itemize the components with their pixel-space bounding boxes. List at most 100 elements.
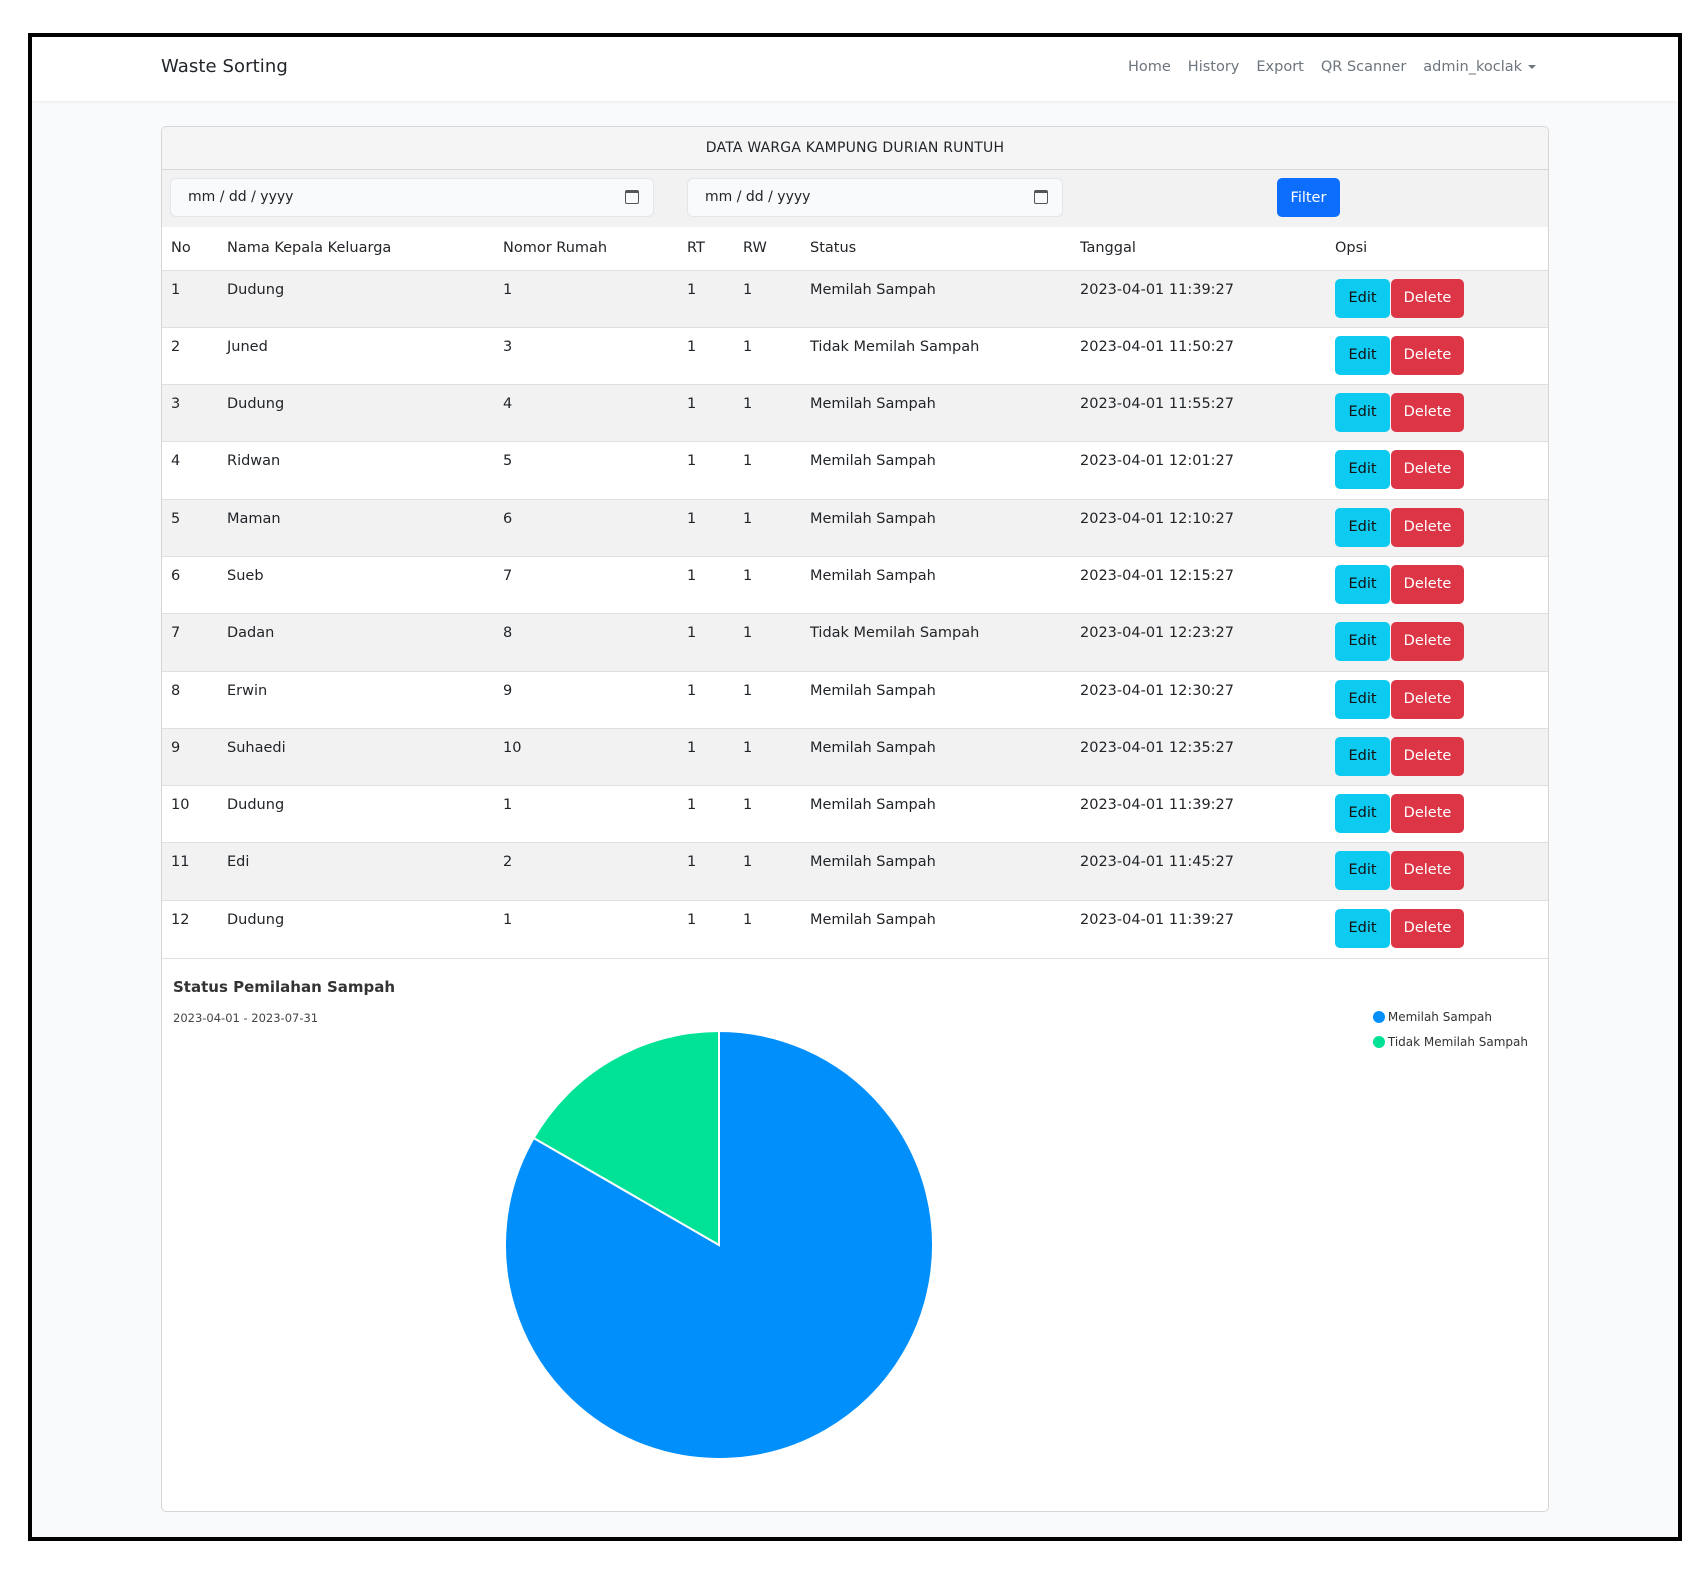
cell-status: Memilah Sampah — [810, 854, 936, 871]
header-rt: RT — [687, 240, 705, 257]
edit-button[interactable]: Edit — [1335, 507, 1390, 547]
cell-opsi: Edit Delete — [1326, 499, 1548, 556]
cell-rw: 1 — [743, 338, 753, 355]
cell-nama: Dadan — [227, 625, 275, 642]
cell-no: 5 — [171, 510, 181, 527]
cell-nama: Juned — [227, 338, 268, 355]
nav-link-qr-scanner[interactable]: QR Scanner — [1321, 59, 1406, 75]
brand-logo-text[interactable]: Waste Sorting — [161, 56, 288, 77]
header-rw: RW — [743, 240, 767, 257]
cell-no: 8 — [171, 682, 181, 699]
edit-button[interactable]: Edit — [1335, 679, 1390, 719]
cell-rw: 1 — [743, 281, 753, 298]
table-row: 10 Dudung 1 1 1 Memilah Sampah 2023-04-01 11:3… — [162, 785, 1548, 843]
cell-status: Memilah Sampah — [810, 396, 936, 413]
edit-button[interactable]: Edit — [1335, 908, 1390, 948]
edit-button[interactable]: Edit — [1335, 622, 1390, 662]
edit-button[interactable]: Edit — [1335, 335, 1390, 375]
delete-button[interactable]: Delete — [1391, 507, 1464, 547]
cell-rt: 1 — [687, 453, 697, 470]
start-date-input[interactable]: mm / dd / yyyy — [170, 178, 654, 217]
cell-nomor-rumah: 8 — [503, 625, 513, 642]
legend-label: Memilah Sampah — [1387, 1010, 1492, 1025]
cell-no: 2 — [171, 338, 181, 355]
cell-nomor-rumah: 1 — [503, 797, 513, 814]
chart-legend: Memilah Sampah Tidak Memilah Sampah — [1372, 1005, 1528, 1055]
cell-rw: 1 — [743, 739, 753, 756]
cell-no: 1 — [171, 281, 181, 298]
cell-nomor-rumah: 9 — [503, 682, 513, 699]
cell-status: Memilah Sampah — [810, 911, 936, 928]
cell-tanggal: 2023-04-01 11:39:27 — [1080, 911, 1234, 928]
cell-nama: Dudung — [227, 797, 285, 814]
cell-rt: 1 — [687, 854, 697, 871]
cell-rt: 1 — [687, 797, 697, 814]
delete-button[interactable]: Delete — [1391, 851, 1464, 891]
legend-marker-icon — [1372, 1011, 1385, 1024]
delete-button[interactable]: Delete — [1391, 393, 1464, 433]
caret-down-icon — [1528, 65, 1536, 69]
cell-no: 9 — [171, 739, 181, 756]
delete-button[interactable]: Delete — [1391, 335, 1464, 375]
cell-tanggal: 2023-04-01 11:50:27 — [1080, 338, 1234, 355]
table-row: 7 Dadan 8 1 1 Tidak Memilah Sampah 2023-04-01 … — [162, 613, 1548, 672]
nav-link-history[interactable]: History — [1188, 59, 1240, 75]
nav-link-home[interactable]: Home — [1128, 59, 1171, 75]
user-name: admin_koclak — [1423, 59, 1522, 75]
edit-button[interactable]: Edit — [1335, 278, 1390, 318]
calendar-icon[interactable] — [1034, 190, 1048, 204]
user-dropdown[interactable]: admin_koclak — [1423, 59, 1536, 75]
delete-button[interactable]: Delete — [1391, 450, 1464, 490]
delete-button[interactable]: Delete — [1391, 622, 1464, 662]
filter-button[interactable]: Filter — [1277, 178, 1340, 217]
cell-rt: 1 — [687, 682, 697, 699]
nav-link-export[interactable]: Export — [1256, 59, 1303, 75]
table-row: 5 Maman 6 1 1 Memilah Sampah 2023-04-01 12:10:… — [162, 499, 1548, 557]
cell-rt: 1 — [687, 739, 697, 756]
cell-rt: 1 — [687, 911, 697, 928]
edit-button[interactable]: Edit — [1335, 736, 1390, 776]
edit-button[interactable]: Edit — [1335, 851, 1390, 891]
warga-table: No Nama Kepala Keluarga Nomor Rumah RT R… — [162, 227, 1548, 958]
delete-button[interactable]: Delete — [1391, 908, 1464, 948]
legend-item[interactable]: Tidak Memilah Sampah — [1372, 1030, 1528, 1055]
edit-button[interactable]: Edit — [1335, 564, 1390, 604]
delete-button[interactable]: Delete — [1391, 736, 1464, 776]
edit-button[interactable]: Edit — [1335, 450, 1390, 490]
delete-button[interactable]: Delete — [1391, 679, 1464, 719]
delete-button[interactable]: Delete — [1391, 278, 1464, 318]
cell-rt: 1 — [687, 625, 697, 642]
calendar-icon[interactable] — [625, 190, 639, 204]
header-no: No — [171, 240, 191, 257]
cell-tanggal: 2023-04-01 11:55:27 — [1080, 396, 1234, 413]
legend-marker-icon — [1372, 1036, 1385, 1049]
table-row: 6 Sueb 7 1 1 Memilah Sampah 2023-04-01 12:15:2… — [162, 556, 1548, 613]
cell-nama: Erwin — [227, 682, 268, 699]
cell-tanggal: 2023-04-01 12:10:27 — [1080, 510, 1234, 527]
edit-button[interactable]: Edit — [1335, 393, 1390, 433]
cell-nama: Edi — [227, 854, 250, 871]
legend-item[interactable]: Memilah Sampah — [1372, 1005, 1528, 1030]
cell-rw: 1 — [743, 510, 753, 527]
cell-rt: 1 — [687, 338, 697, 355]
cell-status: Tidak Memilah Sampah — [810, 625, 980, 642]
table-row: 3 Dudung 4 1 1 Memilah Sampah 2023-04-01 11:55… — [162, 384, 1548, 442]
cell-rw: 1 — [743, 453, 753, 470]
nav-links: Home History Export QR Scanner admin_koc… — [1128, 59, 1536, 75]
cell-nomor-rumah: 1 — [503, 911, 513, 928]
cell-no: 4 — [171, 453, 181, 470]
cell-nama: Suhaedi — [227, 739, 286, 756]
cell-rw: 1 — [743, 797, 753, 814]
cell-rt: 1 — [687, 567, 697, 584]
delete-button[interactable]: Delete — [1391, 564, 1464, 604]
cell-nama: Dudung — [227, 281, 285, 298]
header-nomor-rumah: Nomor Rumah — [503, 240, 608, 257]
browser-viewport: Waste Sorting Home History Export QR Sca… — [28, 33, 1682, 1541]
delete-button[interactable]: Delete — [1391, 794, 1464, 834]
cell-tanggal: 2023-04-01 11:39:27 — [1080, 281, 1234, 298]
edit-button[interactable]: Edit — [1335, 794, 1390, 834]
end-date-input[interactable]: mm / dd / yyyy — [687, 178, 1063, 217]
navbar: Waste Sorting Home History Export QR Sca… — [32, 37, 1678, 101]
card-title: DATA WARGA KAMPUNG DURIAN RUNTUH — [162, 127, 1548, 170]
data-card: DATA WARGA KAMPUNG DURIAN RUNTUH mm / dd… — [161, 126, 1549, 1512]
